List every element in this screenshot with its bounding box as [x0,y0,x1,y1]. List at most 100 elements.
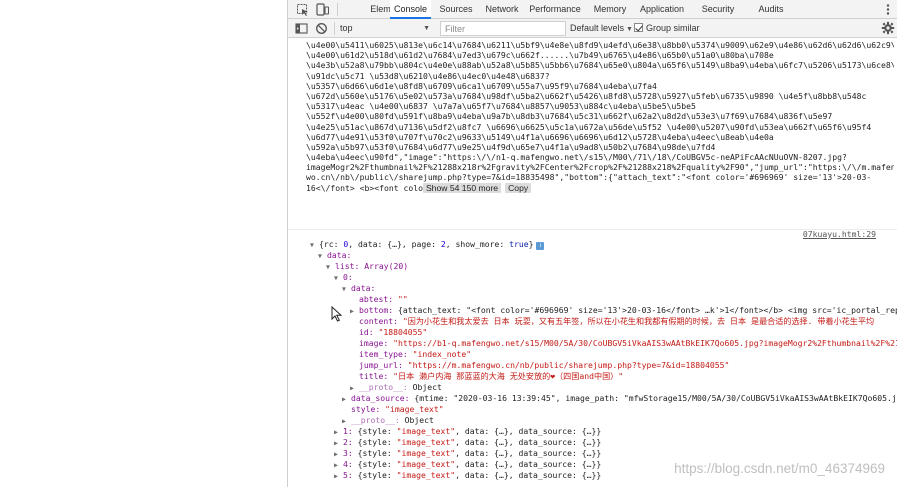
context-value: top [340,23,353,33]
tab-performance[interactable]: Performance [526,0,584,19]
devtools-tab-bar: Elements Console Sources Network Performance… [288,0,897,19]
show-more-button[interactable]: Show 54 150 more [422,182,502,193]
page-viewport [0,0,287,487]
message-text: \u5317\u4eac \u4e00\u6837 \u7a7a\u65f7\u… [306,101,696,112]
tree-data[interactable]: ▼ data: [318,250,351,261]
console-output: \u4e00\u5411\u6025\u813e\u6c14\u7684\u62… [288,38,897,487]
proto-item-value: Object [404,415,434,425]
message-line: \u6d77\u4e91\u53f0\u707f\u70c2\u9633\u51… [306,132,894,142]
message-text: \u552f\u4e00\u80fd\u591f\u8ba9\u4eba\u9a… [306,111,833,122]
item-type-value: "index_note" [412,349,472,359]
group-similar-label: Group similar [646,23,700,33]
message-text: \u592a\u5b97\u53f0\u7684\u6d77\u9e25\u4f… [306,141,716,152]
prop-data-source[interactable]: ▶ data_source: {mtime: "2020-03-16 13:39:… [342,393,897,404]
message-text: \u91dc\u5c71 \u53d8\u6210\u4e86\u4ec0\u4… [306,70,550,81]
caret-right-icon: ▶ [342,395,346,403]
message-text: \u5357\u6d66\u6d1e\u8fd8\u6709\u6ca1\u67… [306,80,657,91]
message-line: \u4e00\u61d2\u518d\u61d2\u7684\u7ed3\u67… [306,50,894,60]
tab-sources[interactable]: Sources [436,0,476,19]
tree-item-collapsed[interactable]: ▶ 5: {style: "image_text", data: {…}, dat… [334,470,601,481]
mouse-pointer-icon [331,305,343,322]
item-preview: {style: "image_text", data: {…}, data_so… [352,437,602,447]
item-preview: {style: "image_text", data: {…}, data_so… [352,459,602,469]
abtest-value: "" [398,294,408,304]
watermark: https://blog.csdn.net/m0_46374969 [674,461,885,476]
tree-item-collapsed[interactable]: ▶ 2: {style: "image_text", data: {…}, dat… [334,437,601,448]
root-close: } [528,239,534,249]
message-text: \u672d\u560e\u5176\u5e02\u573a\u7684\u98… [306,90,867,101]
context-select[interactable]: top ▼ [340,22,434,35]
title-value: "日本 濑户内海 那蓝蓝的大海 无处安放的❤（四国and中国）" [393,371,624,381]
log-levels-select[interactable]: Default levels ▼ [570,22,633,36]
prop-abtest: abtest: "" [359,294,408,305]
block-icon[interactable] [314,21,329,36]
tab-network[interactable]: Network [482,0,522,19]
filter-input[interactable] [440,21,566,36]
caret-right-icon: ▶ [334,472,338,480]
list-key: list: Array(20) [335,261,409,271]
message-line: \u4e00\u5411\u6025\u813e\u6c14\u7684\u62… [306,40,894,50]
content-key: content: [359,316,398,326]
info-icon[interactable]: i [536,242,545,250]
log-levels-label: Default levels [570,23,625,33]
prop-style: style: "image_text" [351,404,444,415]
tree-item-collapsed[interactable]: ▶ 1: {style: "image_text", data: {…}, dat… [334,426,601,437]
message-text: \u4e00\u5411\u6025\u813e\u6c14\u7684\u62… [306,40,894,50]
tab-console[interactable]: Console [390,0,431,19]
tree-item-0[interactable]: ▼ 0: [334,272,353,283]
style-key: style: [351,404,381,414]
bottom-key: bottom: [359,305,394,315]
prop-content: content: "因为小花生和我太爱去 日本 玩耍，又有五年签，所以在小花生和… [359,316,874,327]
inner-data-key: data: [351,283,376,293]
id-key: id: [359,327,374,337]
message-line: \u552f\u4e00\u80fd\u591f\u8ba9\u4eba\u9a… [306,111,894,121]
group-similar-checkbox[interactable]: Group similar [634,22,700,35]
tree-item-collapsed[interactable]: ▶ 3: {style: "image_text", data: {…}, dat… [334,448,601,459]
prop-title: title: "日本 濑户内海 那蓝蓝的大海 无处安放的❤（四国and中国）" [359,371,623,382]
item-preview: {style: "image_text", data: {…}, data_so… [352,448,602,458]
copy-button[interactable]: Copy [505,182,532,193]
message-text: \u4eba\u4eec\u90fd","image":"https:\/\/n… [306,152,847,163]
message-line: \u4e3b\u52a8\u79bb\u804c\u4e0e\u88ab\u52… [306,60,894,70]
prop-bottom[interactable]: ▶ bottom: {attach_text: "<font color='#69… [350,305,897,316]
message-line: \u672d\u560e\u5176\u5e02\u573a\u7684\u98… [306,91,894,101]
root-mid: , data: {…}, page: [348,239,441,249]
message-line: 16<\/font> <b><font colo Show 54 150 more… [306,182,894,193]
tree-inner-data[interactable]: ▼ data: [342,283,375,294]
console-message: \u4e00\u5411\u6025\u813e\u6c14\u7684\u62… [306,40,894,193]
item0-key: 0: [343,272,353,282]
root-open: {rc: [319,239,344,249]
gear-icon[interactable] [881,21,895,35]
prop-proto-inner[interactable]: ▶ __proto__: Object [350,382,442,393]
item-preview: {style: "image_text", data: {…}, data_so… [352,426,602,436]
prop-proto-item[interactable]: ▶ __proto__: Object [342,415,434,426]
tab-application[interactable]: Application [636,0,688,19]
proto-inner-value: Object [412,382,442,392]
abtest-key: abtest: [359,294,394,304]
tab-memory[interactable]: Memory [590,0,630,19]
sidebar-toggle-icon[interactable] [294,21,309,36]
message-text: 16<\/font> <b><font colo [306,182,423,193]
caret-down-icon: ▼ [342,285,346,293]
kebab-menu-icon[interactable] [886,3,890,16]
proto-inner-key: __proto__: [359,382,408,392]
data-key: data: [327,250,352,260]
tree-root[interactable]: ▼ {rc: 0, data: {…}, page: 2, show_more: … [310,239,545,250]
tree-item-collapsed[interactable]: ▶ 4: {style: "image_text", data: {…}, dat… [334,459,601,470]
proto-item-key: __proto__: [351,415,400,425]
data-source-key: data_source: [351,393,410,403]
cursor-select-icon[interactable] [295,2,310,17]
prop-image: image: "https://b1-q.mafengwo.net/s15/M0… [359,338,897,349]
item-index: 3: [343,448,353,458]
tab-audits[interactable]: Audits [750,0,792,19]
source-link[interactable]: 07kuayu.html:29 [803,229,876,240]
image-value: "https://b1-q.mafengwo.net/s15/M00/5A/30… [393,338,897,348]
message-text: \u4e3b\u52a8\u79bb\u804c\u4e0e\u88ab\u52… [306,60,894,71]
message-line: \u5317\u4eac \u4e00\u6837 \u7a7a\u65f7\u… [306,101,894,111]
tab-security[interactable]: Security [695,0,741,19]
tree-list[interactable]: ▼ list: Array(20) [326,261,408,272]
chevron-down-icon: ▼ [423,25,430,32]
device-toolbar-icon[interactable] [315,2,330,17]
style-value: "image_text" [385,404,444,414]
devtools-panel: Elements Console Sources Network Performance… [287,0,897,487]
